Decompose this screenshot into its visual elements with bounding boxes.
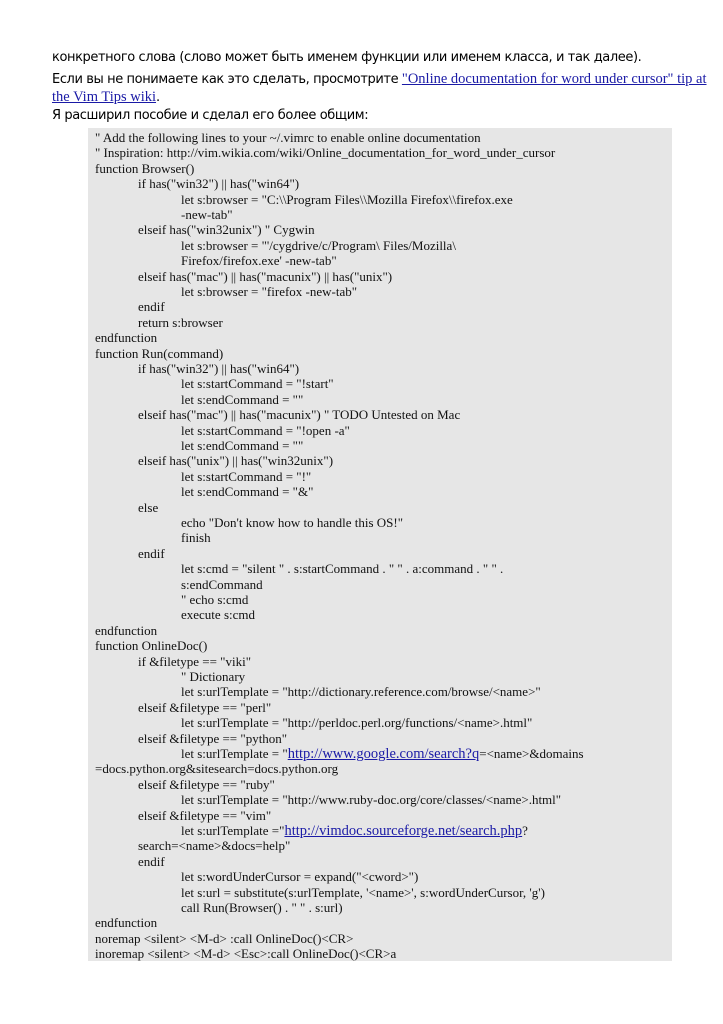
code-line: let s:startCommand = "!start" [181, 376, 334, 391]
code-line: if &filetype == "viki" [138, 654, 252, 669]
code-line: echo "Don't know how to handle this OS!" [181, 515, 404, 530]
code-line: let s:urlTemplate = "http://dictionary.r… [181, 684, 541, 699]
code-line: let s:browser = "C:\\Program Files\\Mozi… [181, 192, 513, 207]
code-line: function Browser() [95, 161, 195, 176]
code-block: " Add the following lines to your ~/.vim… [88, 128, 672, 961]
code-line: let s:startCommand = "!" [181, 469, 312, 484]
code-line: Firefox/firefox.exe' -new-tab" [181, 253, 337, 268]
code-line: elseif &filetype == "ruby" [138, 777, 275, 792]
code-line: elseif &filetype == "python" [138, 731, 288, 746]
code-line: let s:url = substitute(s:urlTemplate, '<… [181, 885, 545, 900]
code-line: elseif has("win32unix") " Cygwin [138, 222, 315, 237]
intro-line-2-text: Если вы не понимаете как это сделать, пр… [52, 72, 402, 87]
code-line: endfunction [95, 915, 158, 930]
code-line: endif [138, 854, 165, 869]
code-line: elseif has("mac") || has("macunix") " TO… [138, 407, 461, 422]
code-line: if has("win32") || has("win64") [138, 361, 300, 376]
code-line: elseif has("mac") || has("macunix") || h… [138, 269, 393, 284]
code-line: function OnlineDoc() [95, 638, 208, 653]
code-line: elseif &filetype == "vim" [138, 808, 272, 823]
code-line: " Dictionary [181, 669, 246, 684]
intro-line-2: Если вы не понимаете как это сделать, пр… [52, 70, 707, 89]
code-line: let s:browser = "'/cygdrive/c/Program\ F… [181, 238, 456, 253]
vimdoc-search-link[interactable]: http://vimdoc.sourceforge.net/search.php [284, 823, 522, 839]
code-line: " Inspiration: http://vim.wikia.com/wiki… [95, 145, 556, 160]
intro-line-3: the Vim Tips wiki. [52, 88, 682, 107]
code-line: else [138, 500, 159, 515]
code-line-python-url: let s:urlTemplate = "http://www.google.c… [181, 746, 584, 762]
code-line: finish [181, 530, 211, 545]
code-line: search=<name>&docs=help" [138, 838, 291, 853]
code-line: " echo s:cmd [181, 592, 249, 607]
vim-tips-link[interactable]: "Online documentation for word under cur… [402, 71, 707, 87]
code-line: " Add the following lines to your ~/.vim… [95, 130, 481, 145]
code-line: endfunction [95, 330, 158, 345]
code-line: if has("win32") || has("win64") [138, 176, 300, 191]
code-line: elseif has("unix") || has("win32unix") [138, 453, 334, 468]
code-line: let s:urlTemplate = "http://perldoc.perl… [181, 715, 533, 730]
code-line: let s:startCommand = "!open -a" [181, 423, 350, 438]
intro-line-4: Я расширил пособие и сделал его более об… [52, 108, 369, 123]
code-line: let s:urlTemplate = "http://www.ruby-doc… [181, 792, 562, 807]
vim-tips-wiki-link[interactable]: the Vim Tips wiki [52, 89, 156, 105]
code-line: return s:browser [138, 315, 223, 330]
code-line: execute s:cmd [181, 607, 255, 622]
document-page: конкретного слова (слово может быть имен… [0, 0, 723, 1024]
code-line: endfunction [95, 623, 158, 638]
code-line: s:endCommand [181, 577, 263, 592]
code-line: let s:endCommand = "" [181, 392, 304, 407]
intro-line-3-after: . [156, 90, 160, 105]
code-line: let s:browser = "firefox -new-tab" [181, 284, 358, 299]
code-line: elseif &filetype == "perl" [138, 700, 272, 715]
code-line: let s:wordUnderCursor = expand("<cword>"… [181, 869, 419, 884]
code-line: call Run(Browser() . " " . s:url) [181, 900, 343, 915]
code-line: noremap <silent> <M-d> :call OnlineDoc()… [95, 931, 354, 946]
code-line-vim-url: let s:urlTemplate ="http://vimdoc.source… [181, 823, 528, 839]
code-line: endif [138, 299, 165, 314]
code-line: =docs.python.org&sitesearch=docs.python.… [95, 761, 339, 776]
code-line: inoremap <silent> <M-d> <Esc>:call Onlin… [95, 946, 397, 961]
intro-line-1: конкретного слова (слово может быть имен… [52, 50, 642, 65]
code-line: function Run(command) [95, 346, 224, 361]
code-line: let s:endCommand = "&" [181, 484, 314, 499]
code-line: let s:cmd = "silent " . s:startCommand .… [181, 561, 504, 576]
code-line: let s:endCommand = "" [181, 438, 304, 453]
code-line: -new-tab" [181, 207, 233, 222]
python-search-link[interactable]: http://www.google.com/search?q [288, 746, 480, 762]
code-line: endif [138, 546, 165, 561]
